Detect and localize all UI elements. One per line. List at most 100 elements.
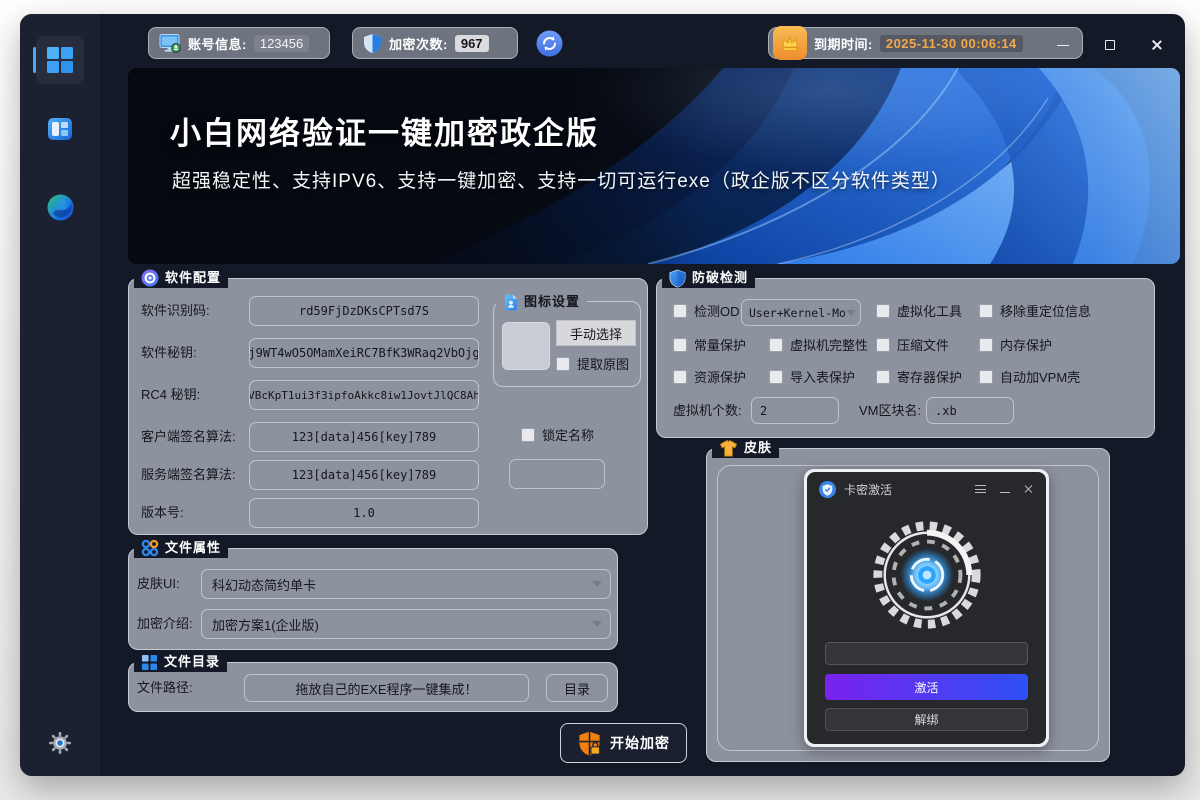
auto-vpm-option[interactable]: 自动加VPM壳	[979, 367, 1080, 386]
register-protect-option[interactable]: 寄存器保护	[876, 367, 962, 386]
client-sign-input[interactable]: 123[data]456[key]789	[249, 422, 479, 452]
start-encrypt-button[interactable]: 开始加密	[560, 723, 687, 763]
shield-icon	[363, 33, 382, 54]
software-key-input[interactable]: j9WT4wO5OMamXeiRC7BfK3WRaq2VbOjg	[249, 338, 479, 368]
sidebar-item-settings[interactable]	[48, 731, 72, 755]
resource-protect-option[interactable]: 资源保护	[673, 367, 746, 386]
minimize-icon	[1057, 45, 1069, 46]
shield-lock-icon	[577, 730, 602, 757]
od-mode-dropdown[interactable]: User+Kernel-Mod	[741, 299, 861, 326]
rc4-key-input[interactable]: dVBcKpT1ui3f3ipfoAkkc8iw1JovtJlQC8AhK	[249, 380, 479, 410]
option-label: 虚拟化工具	[897, 301, 962, 320]
manual-select-button[interactable]: 手动选择	[556, 320, 636, 346]
skin-ui-label: 皮肤UI:	[137, 569, 180, 599]
file-props-legend: 文件属性	[134, 538, 228, 558]
chevron-down-icon	[592, 581, 602, 587]
lock-name-label: 锁定名称	[542, 425, 594, 444]
sidebar-item-home[interactable]	[36, 36, 84, 84]
memory-protect-checkbox[interactable]	[979, 338, 993, 352]
vm-count-input[interactable]: 2	[751, 397, 839, 424]
file-dir-panel: 文件目录 文件路径: 拖放自己的EXE程序一键集成！ 目录	[128, 662, 618, 712]
encrypt-intro-dropdown[interactable]: 加密方案1(企业版)	[201, 609, 611, 639]
version-input[interactable]: 1.0	[249, 498, 479, 528]
file-path-label: 文件路径:	[137, 674, 193, 702]
chevron-down-icon	[846, 310, 856, 316]
import-table-checkbox[interactable]	[769, 370, 783, 384]
auto-vpm-checkbox[interactable]	[979, 370, 993, 384]
file-path-input[interactable]: 拖放自己的EXE程序一键集成！	[244, 674, 529, 702]
settings-gear-icon	[48, 731, 72, 755]
detect-od-option[interactable]: 检测OD	[673, 301, 740, 320]
skin-legend: 皮肤	[712, 438, 779, 458]
constant-protect-checkbox[interactable]	[673, 338, 687, 352]
shield-check-icon	[819, 481, 836, 498]
file-props-title: 文件属性	[165, 538, 221, 558]
expiry-label: 到期时间:	[814, 34, 873, 53]
card-key-input[interactable]	[825, 642, 1028, 665]
compress-file-checkbox[interactable]	[876, 338, 890, 352]
expiry-value: 2025-11-30 00:06:14	[880, 35, 1023, 52]
vm-block-input[interactable]: .xb	[926, 397, 1014, 424]
sidebar	[20, 14, 100, 776]
account-info-badge: 账号信息: 123456	[148, 27, 330, 59]
import-table-option[interactable]: 导入表保护	[769, 367, 855, 386]
virtualization-option[interactable]: 虚拟化工具	[876, 301, 962, 320]
file-props-panel: 文件属性 皮肤UI: 科幻动态简约单卡 加密介绍: 加密方案1(企业版)	[128, 548, 618, 650]
virtualization-checkbox[interactable]	[876, 304, 890, 318]
icon-settings-panel: 图标设置 手动选择 提取原图	[493, 301, 641, 387]
option-label: 检测OD	[694, 301, 740, 320]
directory-button[interactable]: 目录	[546, 674, 608, 702]
windows-logo-icon	[47, 47, 73, 73]
vm-integrity-checkbox[interactable]	[769, 338, 783, 352]
start-encrypt-label: 开始加密	[610, 733, 670, 753]
lock-name-option[interactable]: 锁定名称	[521, 425, 594, 444]
icon-preview-box[interactable]	[502, 322, 550, 370]
sidebar-item-widgets[interactable]	[48, 118, 72, 140]
constant-protect-option[interactable]: 常量保护	[673, 335, 746, 354]
account-label: 账号信息:	[188, 34, 247, 53]
file-dir-legend: 文件目录	[134, 652, 227, 672]
menu-icon[interactable]	[975, 485, 986, 493]
extract-original-checkbox[interactable]	[556, 357, 570, 371]
resource-protect-checkbox[interactable]	[673, 370, 687, 384]
skin-title: 皮肤	[744, 438, 772, 458]
unbind-button[interactable]: 解绑	[825, 708, 1028, 731]
remove-reloc-option[interactable]: 移除重定位信息	[979, 301, 1091, 320]
skin-preview-title: 卡密激活	[844, 481, 892, 498]
compress-file-option[interactable]: 压缩文件	[876, 335, 949, 354]
count-value: 967	[455, 35, 489, 52]
skin-ui-dropdown[interactable]: 科幻动态简约单卡	[201, 569, 611, 599]
icon-settings-legend: 图标设置	[496, 292, 587, 312]
extract-original-option[interactable]: 提取原图	[556, 354, 629, 373]
close-icon[interactable]	[1024, 484, 1034, 494]
software-id-input[interactable]: rd59FjDzDKsCPTsd7S	[249, 296, 479, 326]
extract-original-label: 提取原图	[577, 354, 629, 373]
vm-integrity-option[interactable]: 虚拟机完整性	[769, 335, 868, 354]
refresh-button[interactable]	[536, 30, 563, 57]
lock-name-input[interactable]	[509, 459, 605, 489]
register-protect-checkbox[interactable]	[876, 370, 890, 384]
widgets-icon	[48, 118, 72, 140]
anti-crack-panel: 防破检测 检测OD User+Kernel-Mod 虚拟化工具 移除重定位信息 …	[656, 278, 1155, 438]
remove-reloc-checkbox[interactable]	[979, 304, 993, 318]
minimize-icon[interactable]	[1000, 492, 1010, 493]
activate-button[interactable]: 激活	[825, 674, 1028, 700]
edge-browser-icon	[47, 194, 74, 221]
minimize-button[interactable]	[1048, 32, 1078, 58]
field-label: 客户端签名算法:	[141, 422, 236, 452]
encrypt-intro-value: 加密方案1(企业版)	[212, 615, 319, 634]
sidebar-item-browser[interactable]	[47, 194, 74, 221]
count-label: 加密次数:	[389, 34, 448, 53]
maximize-button[interactable]	[1095, 32, 1125, 58]
gear-artwork	[868, 516, 986, 639]
memory-protect-option[interactable]: 内存保护	[979, 335, 1052, 354]
lock-name-checkbox[interactable]	[521, 428, 535, 442]
detect-od-checkbox[interactable]	[673, 304, 687, 318]
option-label: 自动加VPM壳	[1000, 367, 1080, 386]
close-button[interactable]	[1142, 32, 1172, 58]
app-window: 账号信息: 123456 加密次数: 967 到期时间: 202	[20, 14, 1185, 776]
option-label: 资源保护	[694, 367, 746, 386]
refresh-icon	[536, 30, 563, 57]
skin-panel: 皮肤 卡密激活	[706, 448, 1110, 762]
server-sign-input[interactable]: 123[data]456[key]789	[249, 460, 479, 490]
